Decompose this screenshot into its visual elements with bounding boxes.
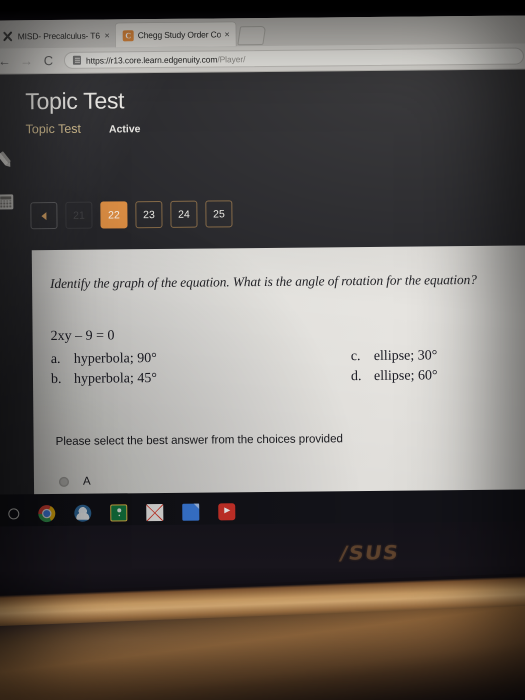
answer-choice-b[interactable]: b. hyperbola; 45° bbox=[51, 369, 157, 390]
choice-text: ellipse; 60° bbox=[373, 368, 438, 384]
answer-choices-right-column: c. ellipse; 30° d. ellipse; 60° bbox=[351, 346, 438, 387]
back-button[interactable]: ← bbox=[0, 53, 11, 68]
gmail-icon[interactable] bbox=[146, 503, 164, 521]
reload-button[interactable]: C bbox=[42, 53, 55, 68]
question-equation: 2xy – 9 = 0 bbox=[50, 328, 115, 345]
photo-of-laptop-screen: MISD- Precalculus- T6 - L × C Chegg Stud… bbox=[0, 0, 525, 700]
url-path: /Player/ bbox=[217, 53, 246, 64]
radio-label: A bbox=[82, 475, 91, 488]
calculator-icon bbox=[0, 193, 14, 210]
launcher-icon[interactable] bbox=[8, 507, 20, 519]
instruction-text: Please select the best answer from the c… bbox=[55, 432, 343, 448]
page-info-icon[interactable] bbox=[72, 55, 81, 65]
page-title: Topic Test bbox=[25, 87, 125, 115]
edgenuity-player-page: Topic Test Topic Test Active 21 22 23 24… bbox=[0, 69, 525, 533]
url-host: https://r13.core.learn.edgenuity.com bbox=[85, 53, 218, 66]
tab-title: MISD- Precalculus- T6 - L bbox=[17, 30, 101, 42]
answer-choices-left-column: a. hyperbola; 90° b. hyperbola; 45° bbox=[51, 349, 157, 390]
choice-label: c. bbox=[350, 349, 361, 365]
docs-icon[interactable] bbox=[182, 503, 200, 521]
question-button-25[interactable]: 25 bbox=[205, 200, 233, 228]
question-content-sheet: Identify the graph of the equation. What… bbox=[31, 245, 525, 533]
chrome-browser-window: MISD- Precalculus- T6 - L × C Chegg Stud… bbox=[0, 15, 525, 533]
question-button-24[interactable]: 24 bbox=[170, 200, 198, 228]
new-tab-button[interactable] bbox=[237, 25, 267, 46]
question-navigation: 21 22 23 24 25 bbox=[30, 200, 233, 230]
browser-tab-chegg[interactable]: C Chegg Study Order Conf × bbox=[115, 22, 236, 48]
tab-close-icon[interactable]: × bbox=[224, 29, 229, 39]
radio-option-a[interactable]: A bbox=[58, 475, 91, 488]
status-badge: Active bbox=[108, 123, 141, 136]
question-prompt: Identify the graph of the equation. What… bbox=[50, 271, 477, 292]
choice-text: ellipse; 30° bbox=[373, 348, 438, 364]
asus-brand-logo: /SUS bbox=[338, 541, 401, 565]
choice-text: hyperbola; 90° bbox=[73, 351, 157, 367]
radio-button-a[interactable] bbox=[58, 476, 70, 487]
browser-tab-precalculus[interactable]: MISD- Precalculus- T6 - L × bbox=[0, 23, 116, 49]
files-icon[interactable] bbox=[74, 504, 92, 522]
chegg-favicon-icon: C bbox=[122, 29, 134, 41]
choice-label: b. bbox=[50, 371, 62, 387]
breadcrumb: Topic Test bbox=[25, 121, 82, 137]
url-text: https://r13.core.learn.edgenuity.com/Pla… bbox=[86, 54, 245, 66]
youtube-icon[interactable] bbox=[218, 502, 236, 520]
choice-label: a. bbox=[50, 351, 61, 368]
previous-question-button[interactable] bbox=[30, 201, 58, 230]
answer-choice-a[interactable]: a. hyperbola; 90° bbox=[51, 349, 157, 370]
address-bar[interactable]: https://r13.core.learn.edgenuity.com/Pla… bbox=[63, 47, 525, 69]
activity-subheader: Topic Test Active bbox=[25, 121, 141, 137]
answer-choice-d[interactable]: d. ellipse; 60° bbox=[351, 366, 438, 387]
question-button-23[interactable]: 23 bbox=[135, 200, 163, 229]
choice-text: hyperbola; 45° bbox=[73, 370, 158, 387]
tab-title: Chegg Study Order Conf bbox=[137, 29, 221, 41]
pencil-tool-button[interactable] bbox=[0, 138, 18, 180]
question-button-22[interactable]: 22 bbox=[100, 201, 128, 229]
answer-choice-c[interactable]: c. ellipse; 30° bbox=[351, 346, 438, 367]
x-favicon-icon bbox=[3, 31, 14, 42]
tab-close-icon[interactable]: × bbox=[104, 30, 109, 40]
choice-label: d. bbox=[350, 368, 362, 385]
laptop-screen: MISD- Precalculus- T6 - L × C Chegg Stud… bbox=[0, 15, 525, 533]
calculator-tool-button[interactable] bbox=[0, 180, 18, 222]
chevron-left-icon bbox=[41, 211, 47, 220]
tool-rail bbox=[0, 138, 18, 222]
pencil-icon bbox=[0, 148, 17, 172]
forward-button[interactable]: → bbox=[20, 53, 33, 68]
chrome-icon[interactable] bbox=[38, 504, 56, 522]
question-button-21[interactable]: 21 bbox=[65, 201, 93, 229]
classroom-icon[interactable] bbox=[110, 503, 128, 521]
